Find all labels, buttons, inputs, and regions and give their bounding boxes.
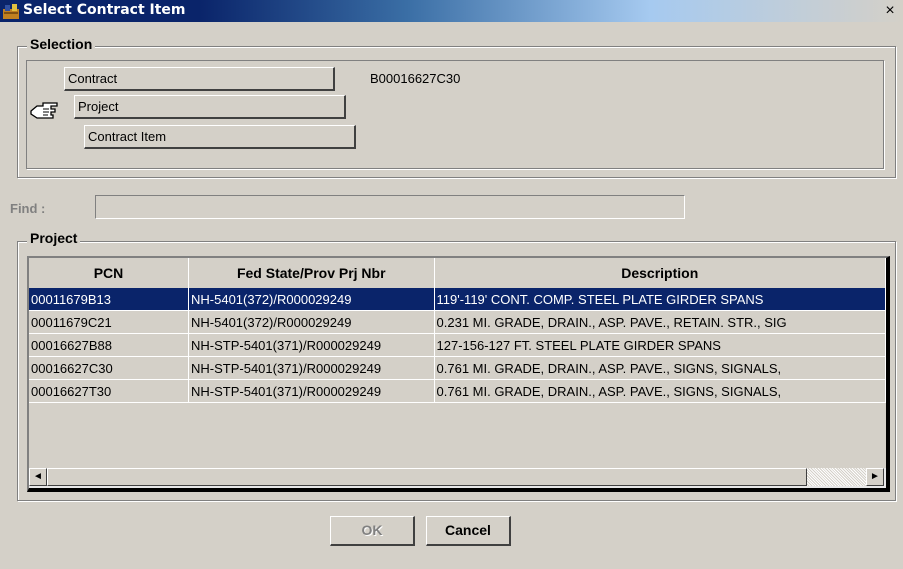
contract-level-label: Contract	[68, 71, 118, 86]
fed-prj-nbr-cell: NH-5401(372)/R000029249	[188, 288, 435, 311]
description-cell: 0.231 MI. GRADE, DRAIN., ASP. PAVE., RET…	[434, 310, 886, 334]
pcn-cell: 00011679C21	[29, 310, 189, 334]
title-bar[interactable]: Select Contract Item ×	[0, 0, 903, 22]
close-icon[interactable]: ×	[881, 2, 899, 20]
scroll-track[interactable]	[807, 468, 866, 486]
table-row[interactable]: 00016627T30 NH-STP-5401(371)/R000029249 …	[29, 379, 886, 403]
window-title: Select Contract Item	[23, 2, 186, 18]
project-legend: Project	[27, 230, 81, 246]
horizontal-scrollbar[interactable]: ◄ ►	[29, 468, 886, 488]
app-icon	[3, 4, 19, 19]
cancel-button[interactable]: Cancel	[426, 516, 511, 546]
contract-item-level-button[interactable]: Contract Item	[84, 125, 356, 149]
description-cell: 0.761 MI. GRADE, DRAIN., ASP. PAVE., SIG…	[434, 356, 886, 380]
pcn-cell: 00016627B88	[29, 333, 189, 357]
project-level-label: Project	[78, 99, 119, 114]
contract-item-level-label: Contract Item	[88, 129, 167, 144]
column-header-fed-prj-nbr[interactable]: Fed State/Prov Prj Nbr	[188, 258, 435, 288]
project-table: PCN Fed State/Prov Prj Nbr Description 0…	[29, 258, 886, 403]
table-header-row: PCN Fed State/Prov Prj Nbr Description	[29, 258, 886, 288]
contract-level-button[interactable]: Contract	[64, 67, 335, 91]
description-cell: 127-156-127 FT. STEEL PLATE GIRDER SPANS	[434, 333, 886, 357]
column-header-pcn[interactable]: PCN	[29, 258, 189, 288]
fed-prj-nbr-cell: NH-STP-5401(371)/R000029249	[188, 333, 435, 357]
scroll-left-icon[interactable]: ◄	[29, 468, 47, 486]
table-row[interactable]: 00016627B88 NH-STP-5401(371)/R000029249 …	[29, 333, 886, 357]
project-grid[interactable]: PCN Fed State/Prov Prj Nbr Description 0…	[27, 256, 890, 492]
table-row[interactable]: 00016627C30 NH-STP-5401(371)/R000029249 …	[29, 356, 886, 380]
fed-prj-nbr-cell: NH-STP-5401(371)/R000029249	[188, 379, 435, 403]
pcn-cell: 00011679B13	[29, 288, 189, 311]
selection-legend: Selection	[27, 36, 96, 52]
find-input[interactable]	[95, 195, 685, 219]
find-label: Find :	[10, 201, 46, 216]
pcn-cell: 00016627C30	[29, 356, 189, 380]
description-cell: 0.761 MI. GRADE, DRAIN., ASP. PAVE., SIG…	[434, 379, 886, 403]
column-header-description[interactable]: Description	[434, 258, 886, 288]
fed-prj-nbr-cell: NH-STP-5401(371)/R000029249	[188, 356, 435, 380]
table-row[interactable]: 00011679B13 NH-5401(372)/R000029249 119'…	[29, 288, 886, 311]
scroll-thumb[interactable]	[47, 468, 807, 486]
scroll-right-icon[interactable]: ►	[866, 468, 884, 486]
pcn-cell: 00016627T30	[29, 379, 189, 403]
project-level-button[interactable]: Project	[74, 95, 346, 119]
table-row[interactable]: 00011679C21 NH-5401(372)/R000029249 0.23…	[29, 310, 886, 334]
hand-pointer-icon	[30, 102, 58, 119]
ok-button[interactable]: OK	[330, 516, 415, 546]
description-cell: 119'-119' CONT. COMP. STEEL PLATE GIRDER…	[434, 288, 886, 311]
contract-value: B00016627C30	[370, 71, 461, 86]
fed-prj-nbr-cell: NH-5401(372)/R000029249	[188, 310, 435, 334]
